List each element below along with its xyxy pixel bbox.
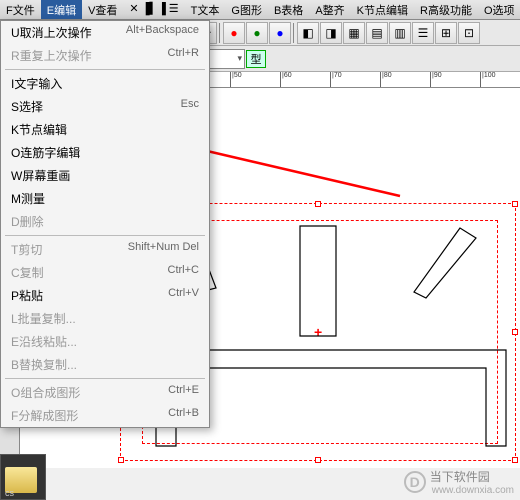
menu-node-edit[interactable]: K节点编辑 [351,0,414,19]
tool-misc4[interactable]: ▤ [366,22,388,44]
menu-item: T剪切 Shift+Num Del [1,238,209,261]
menu-file[interactable]: F文件 [0,0,41,19]
menu-item[interactable]: U取消上次操作 Alt+Backspace [1,21,209,44]
menu-item-label: I文字输入 [11,75,62,92]
menu-item-label: K节点编辑 [11,121,67,138]
folder-label: cs [5,488,14,498]
btn-style[interactable]: 型 [246,50,266,68]
menu-item-label: T剪切 [11,241,42,258]
menu-item-shortcut: Ctrl+R [168,47,199,64]
tool-blue[interactable]: ● [269,22,291,44]
menu-item-label: B替换复制... [11,356,77,373]
menu-separator [5,69,205,70]
separator [219,23,221,43]
menu-item-shortcut: Alt+Backspace [126,24,199,41]
menu-text[interactable]: T文本 [185,0,226,19]
menubar: F文件 E编辑 V查看 ✕ ▐▍▐ ☰ T文本 G图形 B表格 A整齐 K节点编… [0,0,520,20]
tool-misc3[interactable]: ▦ [343,22,365,44]
resize-handle-s[interactable] [315,457,321,463]
menu-item-shortcut: Ctrl+C [168,264,199,281]
menu-item-label: P粘贴 [11,287,43,304]
menu-item[interactable]: S选择 Esc [1,95,209,118]
ruler-tick: |90 [430,72,442,88]
ruler-tick: |100 [480,72,496,88]
menu-item-label: M测量 [11,190,45,207]
menu-edit[interactable]: E编辑 [41,0,82,19]
menu-item: L批量复制... [1,307,209,330]
ruler-tick: |70 [330,72,342,88]
menu-item-label: W屏幕重画 [11,167,70,184]
menu-item-label: F分解成图形 [11,407,78,424]
watermark: D 当下软件园 www.downxia.com [404,468,514,496]
menu-item[interactable]: K节点编辑 [1,118,209,141]
menu-item[interactable]: M测量 [1,187,209,210]
tool-red[interactable]: ● [223,22,245,44]
menu-separator [5,235,205,236]
ruler-tick: |50 [230,72,242,88]
ruler-tick: |80 [380,72,392,88]
ruler-tick: |60 [280,72,292,88]
resize-handle-ne[interactable] [512,201,518,207]
watermark-name: 当下软件园 [430,468,514,485]
menu-item[interactable]: P粘贴 Ctrl+V [1,284,209,307]
menu-item: B替换复制... [1,353,209,376]
menu-item: C复制 Ctrl+C [1,261,209,284]
tool-misc1[interactable]: ◧ [297,22,319,44]
tool-misc2[interactable]: ◨ [320,22,342,44]
menu-item: D删除 [1,210,209,233]
menu-item: O组合成图形 Ctrl+E [1,381,209,404]
edit-dropdown: U取消上次操作 Alt+Backspace R重复上次操作 Ctrl+R I文字输入 S选… [0,20,210,428]
resize-handle-se[interactable] [512,457,518,463]
menu-item-shortcut: Ctrl+B [168,407,199,424]
menu-item-label: L批量复制... [11,310,76,327]
menu-item-label: O连筋字编辑 [11,144,80,161]
menu-item-shortcut: Esc [181,98,199,115]
watermark-url: www.downxia.com [432,485,514,496]
menu-item-label: C复制 [11,264,44,281]
menu-item[interactable]: W屏幕重画 [1,164,209,187]
menu-item: F分解成图形 Ctrl+B [1,404,209,427]
menu-advanced[interactable]: R高级功能 [414,0,478,19]
tool-misc8[interactable]: ⊡ [458,22,480,44]
menu-item-shortcut: Ctrl+V [168,287,199,304]
menu-graphics[interactable]: G图形 [225,0,268,19]
separator [293,23,295,43]
tool-green[interactable]: ● [246,22,268,44]
tool-misc5[interactable]: ▥ [389,22,411,44]
resize-handle-e[interactable] [512,329,518,335]
menu-item-label: R重复上次操作 [11,47,92,64]
menu-item[interactable]: I文字输入 [1,72,209,95]
menu-item-label: S选择 [11,98,43,115]
tool-misc7[interactable]: ⊞ [435,22,457,44]
menu-item-label: O组合成图形 [11,384,80,401]
menu-options[interactable]: O选项 [478,0,520,19]
menu-item-label: U取消上次操作 [11,24,92,41]
menu-item: E沿线粘贴... [1,330,209,353]
menu-align[interactable]: A整齐 [309,0,350,19]
menu-table[interactable]: B表格 [268,0,309,19]
tool-misc6[interactable]: ☰ [412,22,434,44]
resize-handle-sw[interactable] [118,457,124,463]
menu-view[interactable]: V查看 [82,0,123,19]
menu-item-shortcut: Ctrl+E [168,384,199,401]
menu-item-label: E沿线粘贴... [11,333,77,350]
menu-icons[interactable]: ✕ ▐▍▐ ☰ [123,0,184,19]
taskbar-thumb: cs [0,454,46,500]
menu-item-shortcut: Shift+Num Del [128,241,199,258]
watermark-logo-icon: D [404,471,426,493]
resize-handle-n[interactable] [315,201,321,207]
menu-item[interactable]: O连筋字编辑 [1,141,209,164]
menu-item-label: D删除 [11,213,44,230]
menu-separator [5,378,205,379]
menu-item: R重复上次操作 Ctrl+R [1,44,209,67]
